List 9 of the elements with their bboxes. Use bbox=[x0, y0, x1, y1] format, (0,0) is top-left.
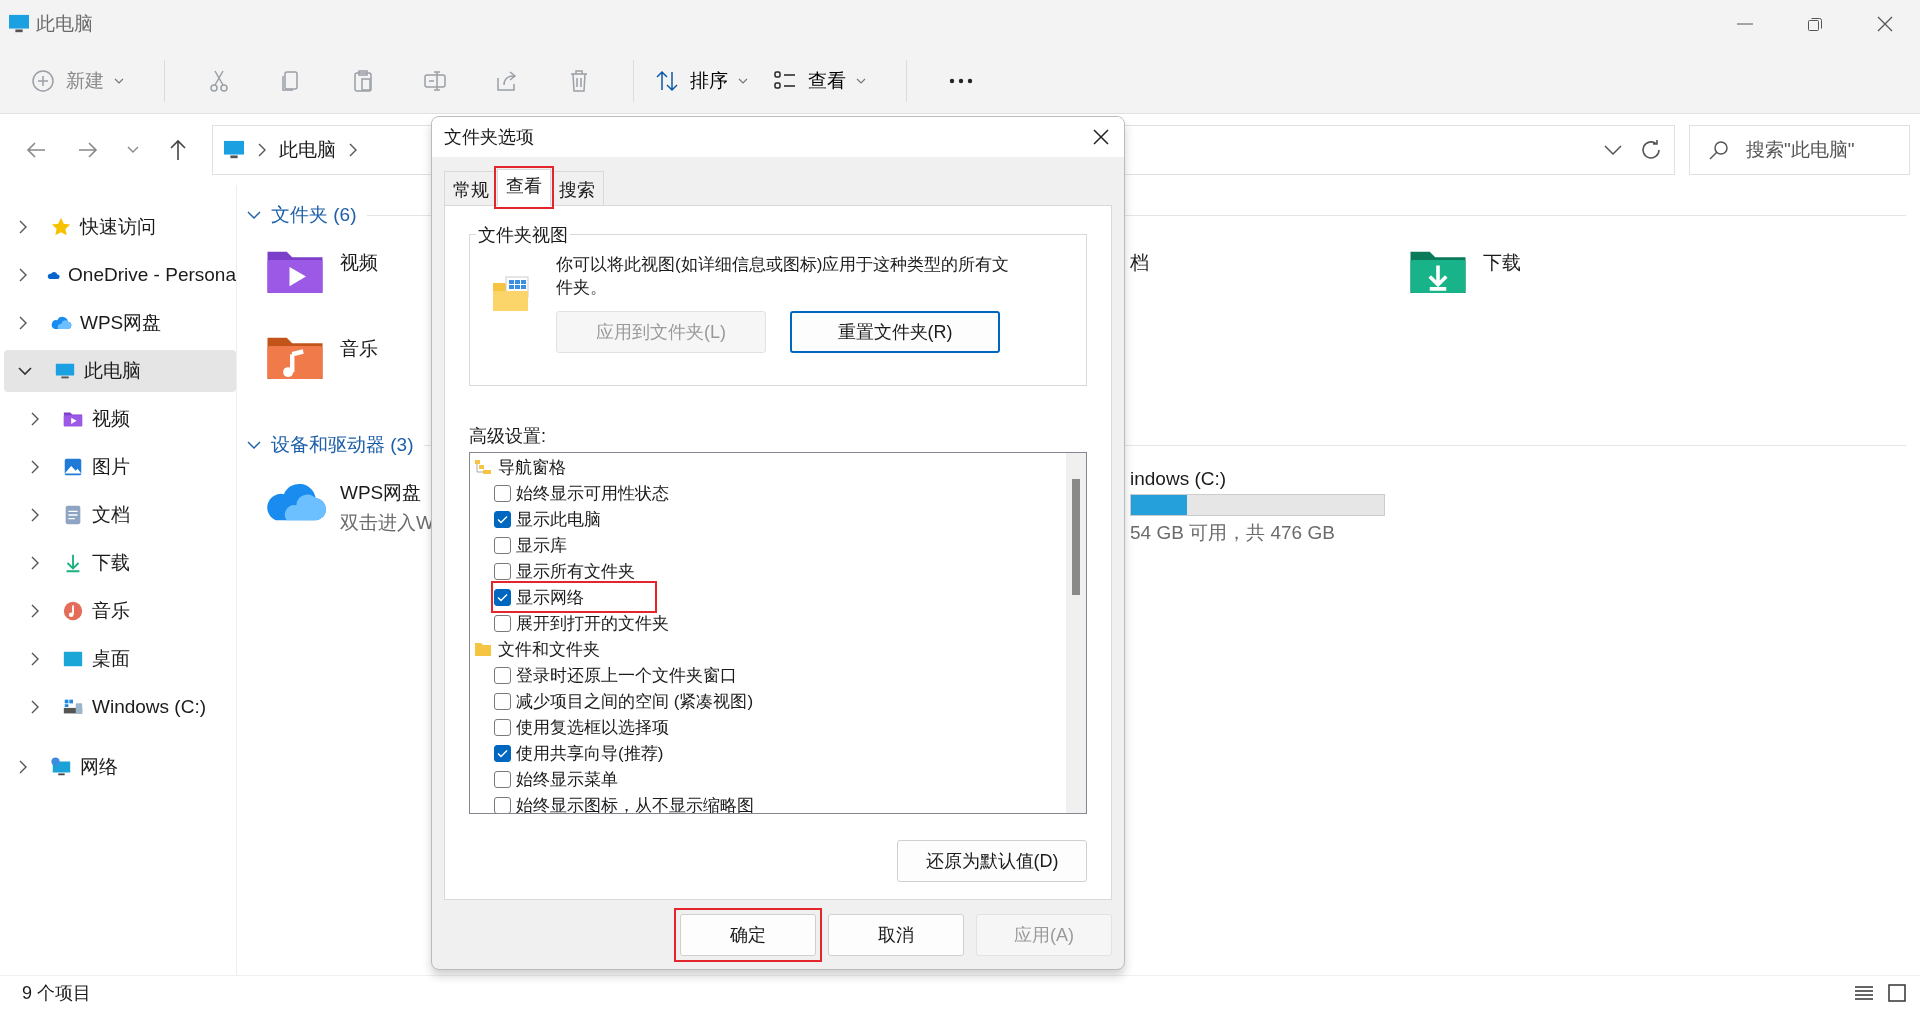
window-title: 此电脑 bbox=[36, 12, 93, 36]
advanced-settings-label: 高级设置: bbox=[469, 425, 547, 448]
item-count: 9 个项目 bbox=[22, 982, 91, 1005]
description-text: 你可以将此视图(如详细信息或图标)应用于这种类型的所有文件夹。 bbox=[556, 254, 1011, 299]
group-label: 文件和文件夹 bbox=[498, 638, 600, 661]
drive-space-text: 54 GB 可用，共 476 GB bbox=[1130, 521, 1336, 545]
group-title: 文件夹视图 bbox=[476, 223, 570, 247]
dialog-title: 文件夹选项 bbox=[444, 126, 534, 149]
group-label: 导航窗格 bbox=[498, 456, 566, 479]
